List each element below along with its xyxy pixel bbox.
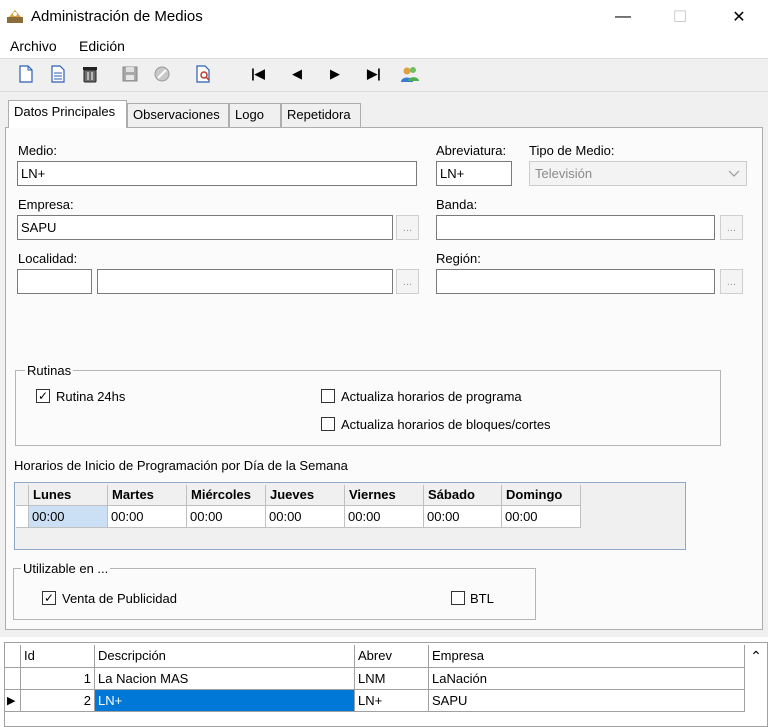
search-document-icon[interactable] (192, 62, 216, 86)
cell-lunes[interactable]: 00:00 (29, 506, 108, 528)
row-2-descripcion[interactable]: LN+ (95, 690, 355, 712)
region-browse-button[interactable]: ... (720, 269, 743, 294)
grid-corner (5, 645, 21, 668)
localidad-label: Localidad: (18, 251, 78, 266)
cell-martes[interactable]: 00:00 (108, 506, 187, 528)
col-domingo: Domingo (502, 485, 581, 506)
new-icon[interactable] (14, 62, 38, 86)
tab-observaciones[interactable]: Observaciones (127, 103, 229, 127)
actualiza-programa-checkbox[interactable] (321, 389, 335, 403)
utilizable-legend: Utilizable en ... (21, 561, 111, 576)
previous-icon[interactable]: ◀ (285, 62, 309, 86)
cell-jueves[interactable]: 00:00 (266, 506, 345, 528)
medio-label: Medio: (18, 143, 58, 158)
actualiza-bloques-checkbox[interactable] (321, 417, 335, 431)
grid-col-abrev[interactable]: Abrev (355, 645, 429, 668)
last-icon[interactable]: ▶| (362, 62, 386, 86)
grid-col-descripcion[interactable]: Descripción (95, 645, 355, 668)
region-label: Región: (436, 251, 481, 266)
horarios-row-header (16, 506, 29, 528)
region-input[interactable] (436, 269, 715, 294)
abreviatura-input[interactable]: LN+ (436, 161, 512, 186)
rutinas-legend: Rutinas (25, 363, 74, 378)
checkmark-icon: ✓ (43, 591, 55, 605)
actualiza-programa-label: Actualiza horarios de programa (341, 389, 522, 404)
localidad-browse-button[interactable]: ... (396, 269, 419, 294)
row-1-abrev[interactable]: LNM (355, 668, 429, 690)
cell-domingo[interactable]: 00:00 (502, 506, 581, 528)
chevron-down-icon (728, 170, 740, 177)
first-icon[interactable]: |◀ (246, 62, 270, 86)
cancel-icon[interactable] (150, 62, 174, 86)
rutina24-label: Rutina 24hs (56, 389, 126, 404)
localidad-input[interactable] (97, 269, 393, 294)
empresa-input[interactable]: SAPU (17, 215, 393, 240)
btl-label: BTL (470, 591, 494, 606)
col-martes: Martes (108, 485, 187, 506)
venta-publicidad-label: Venta de Publicidad (62, 591, 177, 606)
banda-label: Banda: (436, 197, 478, 212)
document-icon[interactable] (46, 62, 70, 86)
window-title: Administración de Medios (31, 8, 203, 25)
tab-repetidora[interactable]: Repetidora (281, 103, 361, 127)
tipo-medio-label: Tipo de Medio: (529, 143, 615, 158)
next-icon[interactable]: ▶ (323, 62, 347, 86)
tab-logo[interactable]: Logo (229, 103, 281, 127)
cell-sabado[interactable]: 00:00 (424, 506, 502, 528)
row-1-id[interactable]: 1 (21, 668, 95, 690)
menu-edicion[interactable]: Edición (79, 38, 125, 54)
minimize-button[interactable]: — (600, 0, 646, 34)
col-miercoles: Miércoles (187, 485, 266, 506)
banda-browse-button[interactable]: ... (720, 215, 743, 240)
close-button[interactable]: ✕ (716, 0, 762, 34)
btl-checkbox[interactable] (451, 591, 465, 605)
grid-col-id[interactable]: Id (21, 645, 95, 668)
col-jueves: Jueves (266, 485, 345, 506)
col-viernes: Viernes (345, 485, 424, 506)
tipo-medio-value: Televisión (535, 166, 593, 181)
maximize-button[interactable]: ☐ (657, 0, 703, 34)
users-icon[interactable] (398, 62, 422, 86)
row-1-descripcion[interactable]: La Nacion MAS (95, 668, 355, 690)
row-2-abrev[interactable]: LN+ (355, 690, 429, 712)
banda-input[interactable] (436, 215, 715, 240)
menu-archivo[interactable]: Archivo (10, 38, 57, 54)
col-sabado: Sábado (424, 485, 502, 506)
current-row-marker-icon[interactable]: ▶ (5, 690, 21, 712)
app-icon (7, 10, 23, 23)
col-lunes: Lunes (29, 485, 108, 506)
cell-miercoles[interactable]: 00:00 (187, 506, 266, 528)
cell-viernes[interactable]: 00:00 (345, 506, 424, 528)
tab-datos-principales[interactable]: Datos Principales (8, 100, 127, 128)
scroll-up-icon[interactable]: ⌃ (745, 645, 767, 668)
venta-publicidad-checkbox[interactable]: ✓ (42, 591, 56, 605)
horarios-title: Horarios de Inicio de Programación por D… (14, 458, 348, 473)
delete-icon[interactable] (78, 62, 102, 86)
empresa-browse-button[interactable]: ... (396, 215, 419, 240)
rutina24-checkbox[interactable]: ✓ (36, 389, 50, 403)
checkmark-icon: ✓ (37, 389, 49, 403)
grid-col-empresa[interactable]: Empresa (429, 645, 745, 668)
empresa-label: Empresa: (18, 197, 74, 212)
row-header[interactable] (5, 668, 21, 690)
medio-input[interactable]: LN+ (17, 161, 417, 186)
horarios-corner (16, 485, 29, 506)
localidad-code-input[interactable] (17, 269, 92, 294)
tipo-medio-select[interactable]: Televisión (529, 161, 747, 186)
row-2-empresa[interactable]: SAPU (429, 690, 745, 712)
actualiza-bloques-label: Actualiza horarios de bloques/cortes (341, 417, 551, 432)
save-icon[interactable] (118, 62, 142, 86)
rutinas-group: Rutinas (15, 363, 721, 446)
row-1-empresa[interactable]: LaNación (429, 668, 745, 690)
abreviatura-label: Abreviatura: (436, 143, 507, 158)
row-2-id[interactable]: 2 (21, 690, 95, 712)
